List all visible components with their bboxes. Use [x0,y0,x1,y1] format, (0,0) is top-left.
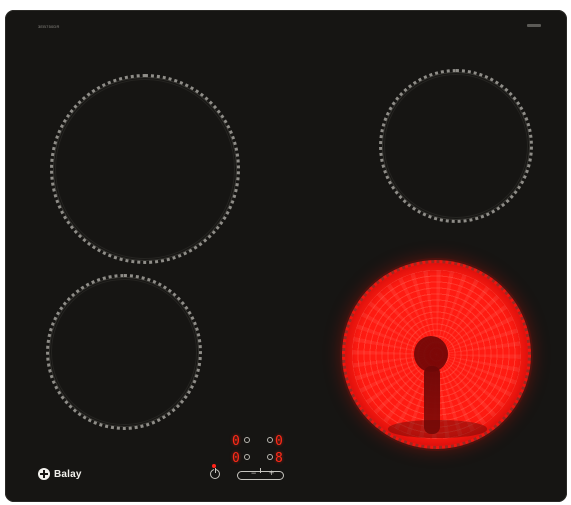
slider-center-mark [260,468,261,473]
display-rear-right: 0 [275,434,283,449]
model-code: 3EB750DR [38,24,60,29]
plus-label: + [269,468,275,478]
front-left-zone-key[interactable] [244,454,250,460]
reflection-base [388,420,487,438]
rear-left-cooking-zone[interactable] [50,74,240,264]
display-rear-left: 0 [232,434,240,449]
rear-right-cooking-zone[interactable] [379,69,533,223]
display-front-right: 8 [275,451,283,466]
brand-name: Balay [54,468,82,480]
top-right-marking [527,24,541,27]
ceramic-hob: 3EB750DR 0 0 0 8 − + Balay [5,10,567,502]
power-level-slider[interactable]: − + [237,468,284,480]
front-left-cooking-zone[interactable] [46,274,202,430]
display-front-left: 0 [232,451,240,466]
rear-left-zone-key[interactable] [244,437,250,443]
front-right-zone-key[interactable] [267,454,273,460]
power-icon[interactable] [210,468,220,479]
brand-logo: Balay [38,468,82,480]
front-right-cooking-zone-active[interactable] [342,260,531,449]
brand-logo-icon [38,468,50,480]
minus-label: − [251,468,257,478]
rear-right-zone-key[interactable] [267,437,273,443]
